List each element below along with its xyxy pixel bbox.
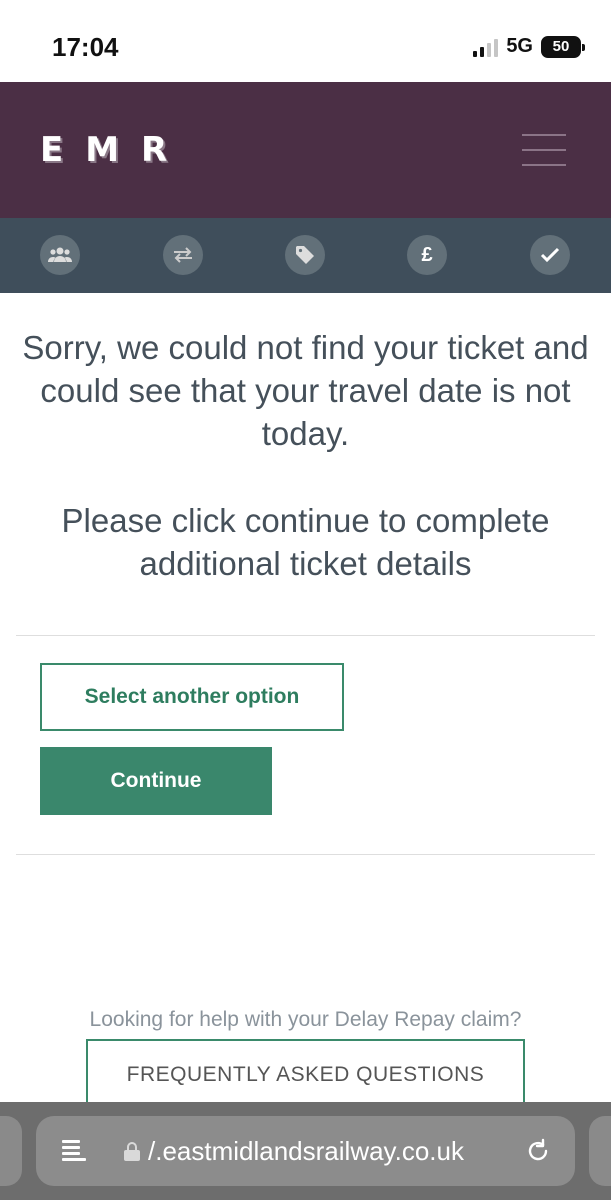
next-tab[interactable] <box>589 1116 611 1186</box>
message-secondary: Please click continue to complete additi… <box>61 502 550 582</box>
hamburger-menu-icon[interactable] <box>522 134 566 168</box>
divider <box>16 854 595 855</box>
signal-icon <box>473 37 499 57</box>
status-time: 17:04 <box>52 32 119 62</box>
faq-button[interactable]: FREQUENTLY ASKED QUESTIONS <box>86 1039 525 1109</box>
tag-icon <box>285 235 325 275</box>
url-text: /.eastmidlandsrailway.co.uk <box>148 1136 464 1166</box>
battery-icon: 50 <box>541 35 585 58</box>
page-menu-icon[interactable] <box>62 1140 86 1164</box>
previous-tab[interactable] <box>0 1116 22 1186</box>
status-message: Sorry, we could not find your ticket and… <box>20 326 591 585</box>
reload-icon[interactable] <box>525 1138 551 1164</box>
lock-icon <box>124 1142 140 1161</box>
divider <box>16 635 595 636</box>
group-icon <box>40 235 80 275</box>
status-indicators: 5G 50 <box>473 35 585 58</box>
emr-logo[interactable]: EMR <box>40 130 189 170</box>
browser-toolbar: /.eastmidlandsrailway.co.uk <box>0 1102 611 1200</box>
help-text: Looking for help with your Delay Repay c… <box>89 1008 522 1031</box>
select-another-option-button[interactable]: Select another option <box>40 663 344 731</box>
battery-level: 50 <box>552 38 570 55</box>
message-primary: Sorry, we could not find your ticket and… <box>22 329 589 452</box>
address-bar[interactable]: /.eastmidlandsrailway.co.uk <box>36 1116 575 1186</box>
check-icon <box>530 235 570 275</box>
pound-glyph: £ <box>421 243 433 266</box>
site-header: EMR <box>0 82 611 218</box>
progress-steps: £ <box>0 218 611 293</box>
continue-button[interactable]: Continue <box>40 747 272 815</box>
network-label: 5G <box>506 35 533 57</box>
swap-arrows-icon <box>163 235 203 275</box>
status-bar: 17:04 5G 50 <box>0 0 611 82</box>
pound-icon: £ <box>407 235 447 275</box>
